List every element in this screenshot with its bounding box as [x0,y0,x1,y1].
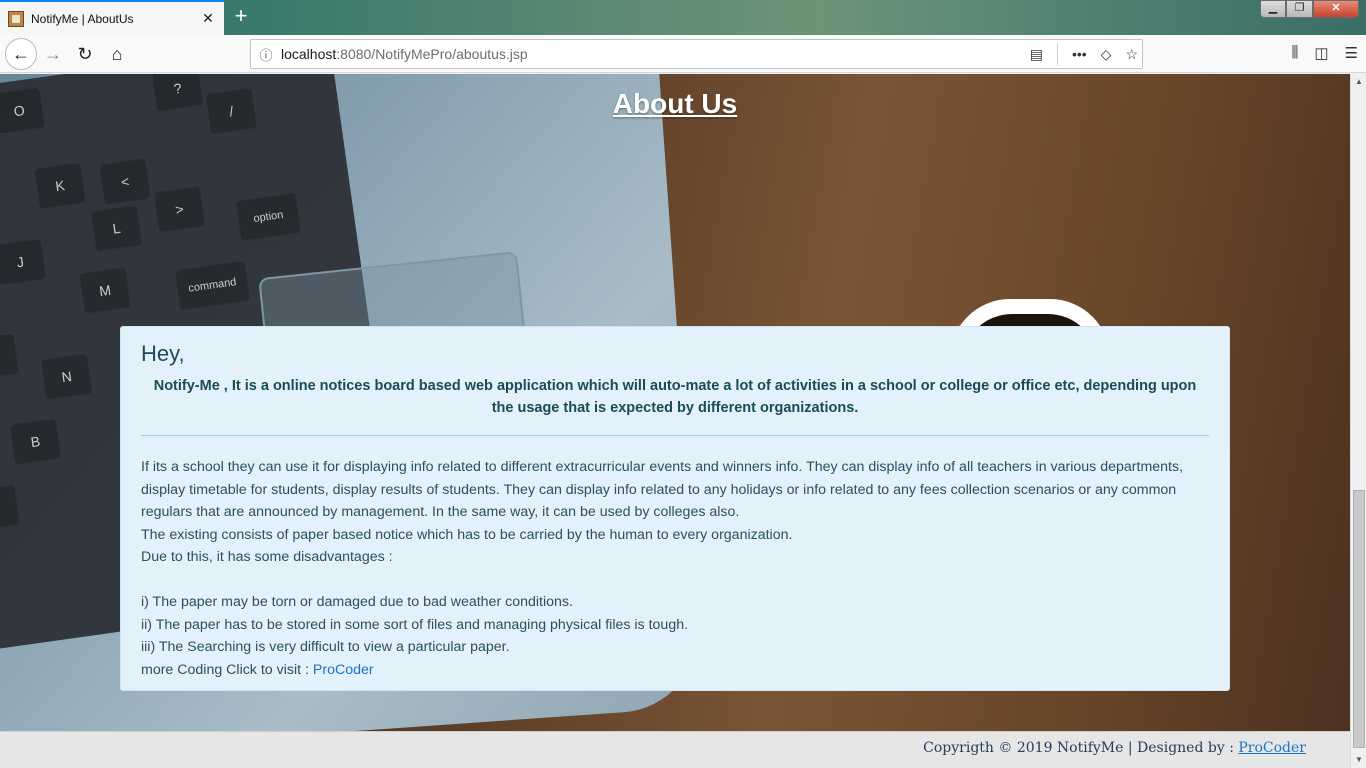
card-paragraph: Due to this, it has some disadvantages : [141,549,393,565]
keyboard-key: V [0,484,20,531]
keyboard-key: B [9,418,61,465]
address-bar[interactable]: ⓘ localhost:8080/NotifyMePro/aboutus.jsp… [250,39,1143,69]
footer: Copyrigth © 2019 NotifyMe | Designed by … [0,731,1350,768]
pocket-icon[interactable]: ◇ [1101,46,1112,63]
scroll-down-icon[interactable]: ▼ [1351,752,1366,768]
procoder-link[interactable]: ProCoder [313,662,374,678]
new-tab-button[interactable]: + [228,4,254,30]
tab-strip: NotifyMe | AboutUs ✕ + ▁ ❐ ✕ [0,0,1366,35]
keyboard-key: K [34,162,86,209]
page-title: About Us [612,88,738,119]
keyboard-key: N [41,353,93,400]
copyright-text: Copyrigth © 2019 NotifyMe | Designed by … [923,740,1239,756]
menu-icon[interactable]: ☰ [1345,44,1358,62]
keyboard-key: command [174,260,250,311]
disadvantage-item: ii) The paper has to be stored in some s… [141,616,689,633]
card-lead: Notify-Me , It is a online notices board… [153,378,1197,416]
url-divider [1056,43,1058,65]
maximize-button[interactable]: ❐ [1286,0,1313,18]
reader-view-icon[interactable]: ▤ [1030,46,1043,63]
more-coding-text: more Coding Click to visit : [141,661,313,678]
keyboard-key: H [0,333,19,380]
close-window-button[interactable]: ✕ [1313,0,1359,18]
card-greeting: Hey, [141,341,185,366]
page-actions-icon[interactable]: ••• [1072,46,1087,62]
scrollbar-thumb[interactable] [1353,490,1365,748]
footer-text: Copyrigth © 2019 NotifyMe | Designed by … [923,740,1306,756]
about-card: Hey, Notify-Me , It is a online notices … [120,326,1230,691]
tab-title: NotifyMe | AboutUs [31,11,134,26]
card-body: If its a school they can use it for disp… [141,456,1209,681]
toolbar-icons: ⫼ ◫ ☰ [1291,44,1358,62]
bookmark-star-icon[interactable]: ☆ [1125,46,1138,63]
scroll-up-icon[interactable]: ▲ [1351,74,1366,90]
card-divider [141,435,1209,436]
keyboard-key: > [153,186,206,233]
page-background: O ? / U K < > J M option command H N B V… [0,74,1350,731]
sidebar-icon[interactable]: ◫ [1314,44,1328,62]
keyboard-key: J [0,238,46,285]
url-actions: ▤ ••• ◇ ☆ [1030,43,1138,65]
site-info-icon[interactable]: ⓘ [251,45,281,64]
library-icon[interactable]: ⫼ [1291,44,1298,62]
keyboard-key: option [235,192,301,241]
keyboard-key: M [79,267,131,314]
more-coding-line: more Coding Click to visit : ProCoder [141,659,1209,682]
forward-button[interactable]: → [38,39,68,69]
vertical-scrollbar[interactable]: ▲ ▼ [1350,74,1366,768]
disadvantage-item: iii) The Searching is very difficult to … [141,639,510,655]
site-favicon-icon [8,10,24,27]
back-button[interactable]: ← [5,38,37,70]
navigation-toolbar: ← → ↻ ⌂ ⓘ localhost:8080/NotifyMePro/abo… [0,35,1366,73]
disadvantage-item: i) The paper may be torn or damaged due … [141,594,573,610]
url-host: localhost [281,46,337,62]
footer-procoder-link[interactable]: ProCoder [1238,740,1306,756]
keyboard-key: < [99,158,151,205]
close-tab-icon[interactable]: ✕ [196,10,220,27]
card-paragraph: If its a school they can use it for disp… [141,459,1184,520]
active-tab[interactable]: NotifyMe | AboutUs ✕ [0,0,224,35]
reload-button[interactable]: ↻ [70,39,100,69]
card-paragraph: The existing consists of paper based not… [141,526,793,543]
keyboard-key: L [90,205,143,252]
home-button[interactable]: ⌂ [102,39,132,69]
minimize-button[interactable]: ▁ [1260,0,1286,18]
url-path: :8080/NotifyMePro/aboutus.jsp [336,46,528,62]
